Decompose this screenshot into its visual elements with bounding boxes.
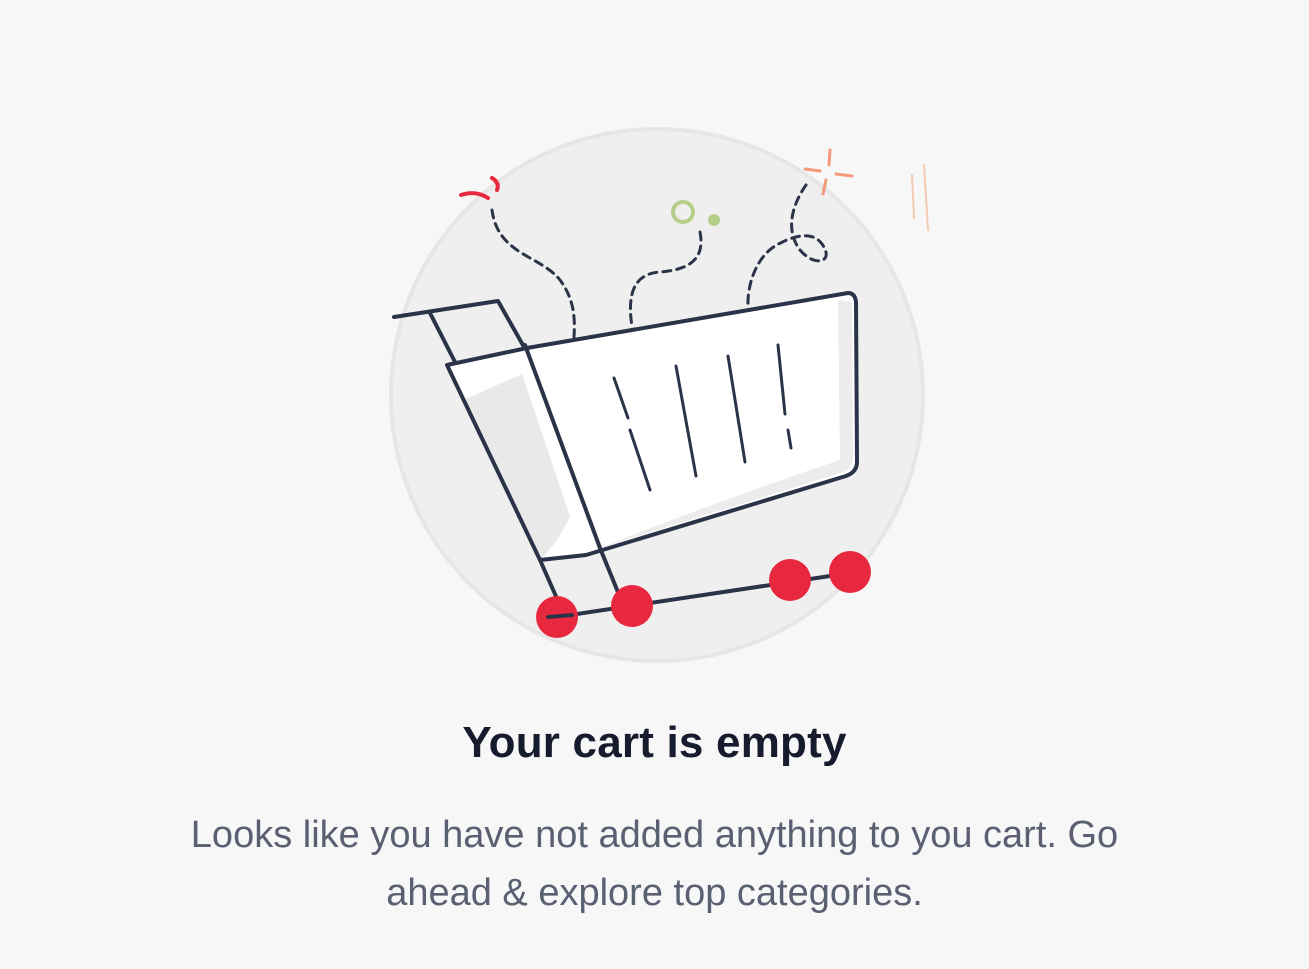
motion-lines-icon xyxy=(911,164,929,231)
empty-shopping-cart-icon xyxy=(389,127,929,663)
empty-cart-message: Looks like you have not added anything t… xyxy=(190,814,1119,914)
empty-cart-state: Your cart is empty Looks like you have n… xyxy=(0,0,1309,969)
empty-cart-title: Your cart is empty xyxy=(462,718,847,767)
